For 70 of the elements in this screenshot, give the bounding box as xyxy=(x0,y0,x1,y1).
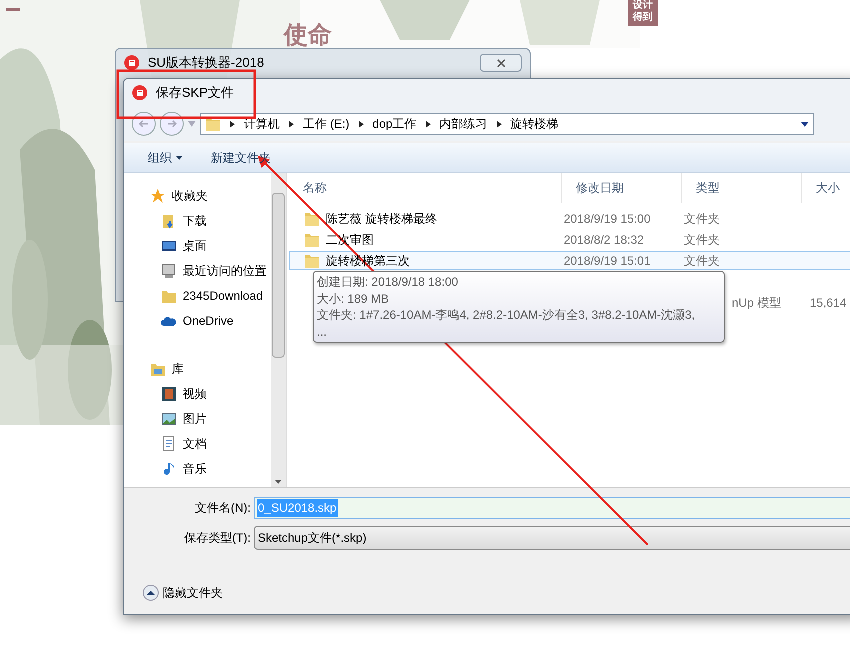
close-button[interactable] xyxy=(480,54,522,72)
breadcrumb-item[interactable]: 旋转楼梯 xyxy=(510,115,559,133)
breadcrumb-item[interactable]: dop工作 xyxy=(372,115,417,133)
caret-icon[interactable] xyxy=(801,122,809,126)
file-row[interactable]: 陈艺薇 旋转楼梯最终 2018/9/19 15:00 文件夹 xyxy=(289,209,850,228)
file-type: nUp 模型 xyxy=(732,296,782,310)
document-icon xyxy=(161,436,177,452)
chevron-icon xyxy=(289,120,294,128)
library-icon xyxy=(150,361,166,377)
image-icon xyxy=(161,411,177,427)
tooltip-line: 文件夹: 1#7.26-10AM-李鸣4, 2#8.2-10AM-沙有全3, 3#8.2-10AM-沈灏3, xyxy=(317,307,696,324)
forward-arrow-icon xyxy=(166,118,178,130)
folder-icon xyxy=(304,252,320,268)
file-type-select[interactable]: Sketchup文件(*.skp) xyxy=(254,526,850,550)
folder-icon xyxy=(304,210,320,226)
nav-item[interactable]: 音乐 xyxy=(183,460,207,478)
field-label: 文件名(N): xyxy=(194,500,252,517)
toolbar-button[interactable]: 组织 xyxy=(148,148,183,166)
file-date: 2018/8/2 18:32 xyxy=(564,232,644,246)
monitor-icon xyxy=(161,238,177,254)
column-header[interactable]: 类型 xyxy=(682,173,802,203)
column-header[interactable]: 大小 xyxy=(802,173,850,203)
app-logo-icon xyxy=(124,55,140,71)
file-name: 陈艺薇 旋转楼梯最终 xyxy=(326,210,438,228)
breadcrumb-item[interactable]: 工作 (E:) xyxy=(303,115,350,133)
chevron-icon xyxy=(496,120,502,128)
file-type: 文件夹 xyxy=(684,254,720,268)
nav-item[interactable]: 下载 xyxy=(183,212,207,230)
breadcrumb-item[interactable]: 内部练习 xyxy=(440,115,488,133)
folder-icon xyxy=(304,232,320,248)
scrollbar[interactable] xyxy=(271,173,287,487)
nav-item[interactable]: 图片 xyxy=(183,410,207,428)
film-icon xyxy=(161,386,177,402)
file-date: 2018/9/19 15:01 xyxy=(564,254,651,268)
collapse-icon[interactable] xyxy=(143,585,159,601)
field-label: 保存类型(T): xyxy=(183,530,252,547)
star-icon xyxy=(150,188,166,204)
page-heading: 使命 xyxy=(284,21,332,51)
column-header[interactable]: 名称 xyxy=(289,173,562,203)
nav-item[interactable]: 桌面 xyxy=(183,237,207,255)
tooltip-line: ... xyxy=(317,324,328,340)
music-note-icon xyxy=(161,461,177,477)
hide-folders-button[interactable]: 隐藏文件夹 xyxy=(163,584,223,602)
chevron-icon xyxy=(426,120,431,128)
back-arrow-icon xyxy=(138,118,150,130)
file-type: 文件夹 xyxy=(684,212,720,226)
nav-group[interactable]: 库 xyxy=(172,360,184,378)
nav-item[interactable]: 视频 xyxy=(183,385,207,403)
selected-text: 0_SU2018.skp xyxy=(257,499,338,517)
folder-icon xyxy=(161,288,177,304)
nav-item[interactable]: 最近访问的位置 xyxy=(183,262,267,280)
dialog-title: 保存SKP文件 xyxy=(156,84,234,102)
file-type: 文件夹 xyxy=(684,232,720,246)
nav-group[interactable]: 收藏夹 xyxy=(172,187,208,205)
scroll-thumb[interactable] xyxy=(272,193,286,358)
close-icon xyxy=(496,58,506,68)
caret-icon[interactable] xyxy=(275,480,282,484)
app-logo-icon xyxy=(132,85,148,101)
dash-mark xyxy=(6,8,20,11)
tooltip-line: 大小: 189 MB xyxy=(317,290,390,307)
tooltip-line: 创建日期: 2018/9/18 18:00 xyxy=(317,274,460,290)
nav-item[interactable]: OneDrive xyxy=(183,312,234,330)
chevron-icon xyxy=(230,120,235,128)
file-date: 2018/9/19 15:00 xyxy=(564,212,651,226)
window-title: SU版本转换器-2018 xyxy=(148,54,264,72)
chevron-icon xyxy=(358,120,364,128)
column-header[interactable]: 修改日期 xyxy=(562,173,682,203)
nav-item[interactable]: 2345Download xyxy=(183,287,264,305)
file-size: 15,614 xyxy=(810,296,847,310)
nav-item[interactable]: 文档 xyxy=(183,435,207,453)
